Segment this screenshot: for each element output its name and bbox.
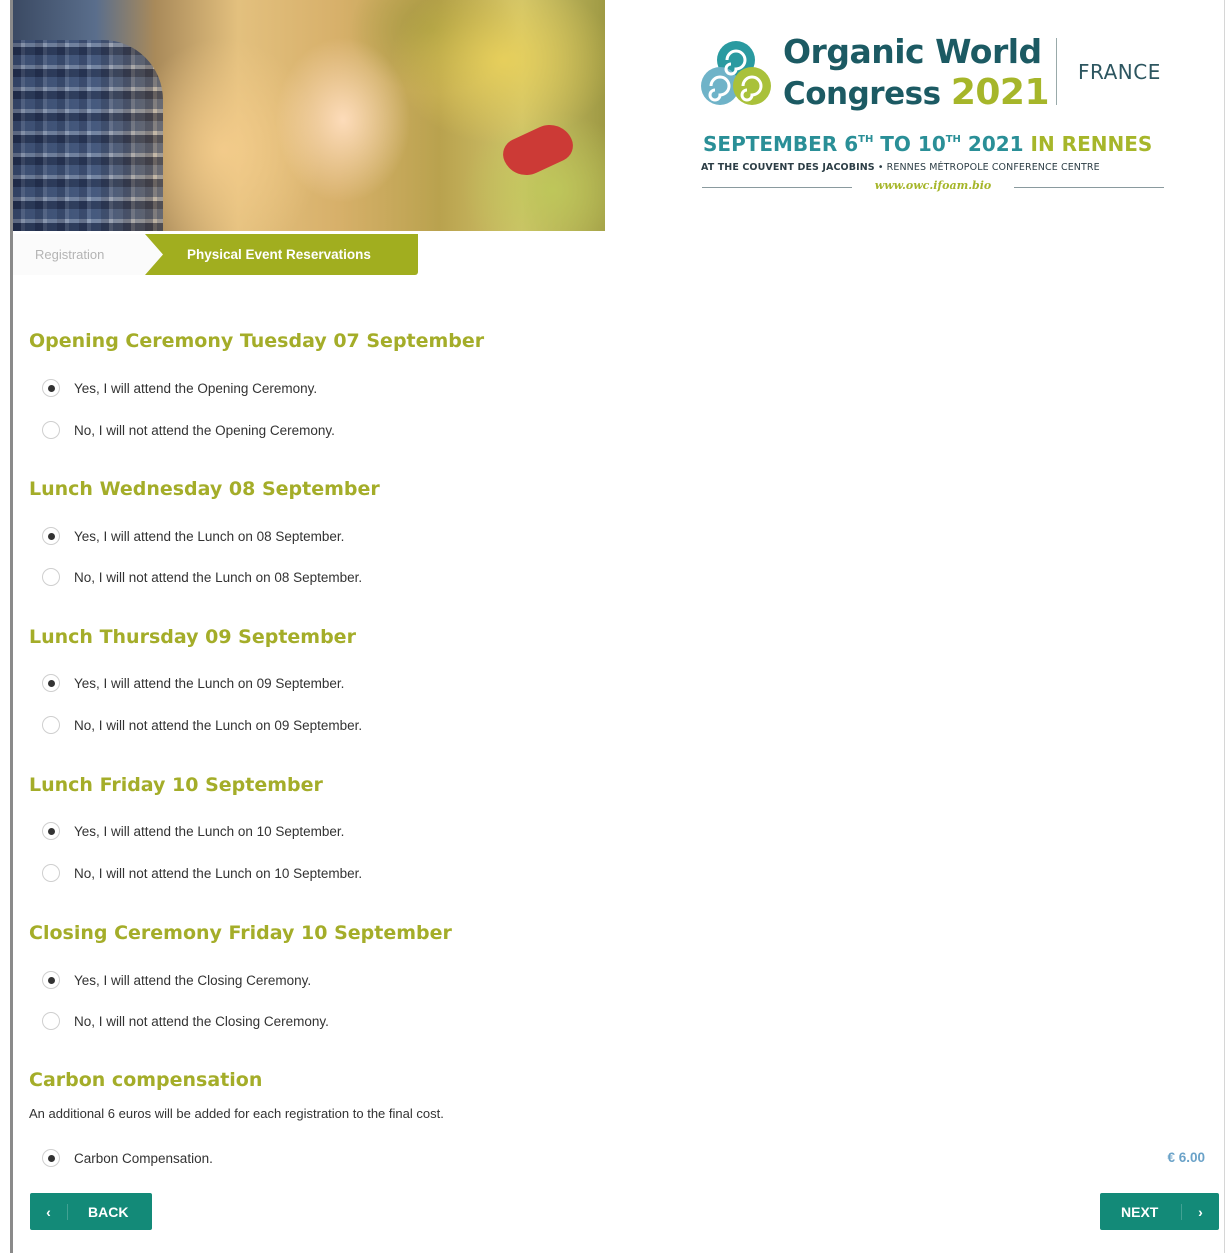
option-label: No, I will not attend the Closing Ceremo…	[74, 1013, 329, 1029]
logo-title-line2: Congress 2021	[783, 72, 1050, 113]
attend-no-radio[interactable]	[42, 716, 60, 734]
section-title: Opening Ceremony Tuesday 07 September	[29, 330, 485, 352]
attend-yes-radio[interactable]	[42, 674, 60, 692]
event-dates: SEPTEMBER 6TH TO 10TH 2021 IN RENNES	[703, 132, 1152, 156]
option-label: No, I will not attend the Lunch on 09 Se…	[74, 717, 363, 733]
event-venue: AT THE COUVENT DES JACOBINS • RENNES MÉT…	[701, 162, 1100, 173]
url-rule-right	[1014, 187, 1164, 188]
option-label: Yes, I will attend the Lunch on 10 Septe…	[74, 823, 345, 839]
attend-no-option[interactable]: No, I will not attend the Closing Ceremo…	[42, 1011, 329, 1031]
option-label: No, I will not attend the Opening Ceremo…	[74, 422, 335, 438]
back-button-label: BACK	[88, 1203, 129, 1220]
option-label: Yes, I will attend the Closing Ceremony.	[74, 972, 312, 988]
dates-city: IN RENNES	[1030, 132, 1153, 156]
dates-sup2: TH	[945, 134, 961, 145]
carbon-compensation-radio[interactable]	[42, 1149, 60, 1167]
event-url-link[interactable]: www.owc.ifoam.bio	[702, 179, 1164, 192]
option-label: Yes, I will attend the Opening Ceremony.	[74, 380, 318, 396]
attend-no-option[interactable]: No, I will not attend the Lunch on 08 Se…	[42, 567, 362, 587]
attend-yes-option[interactable]: Yes, I will attend the Closing Ceremony.	[42, 970, 311, 990]
option-label: Yes, I will attend the Lunch on 08 Septe…	[74, 528, 345, 544]
attend-yes-radio[interactable]	[42, 971, 60, 989]
attend-yes-option[interactable]: Yes, I will attend the Opening Ceremony.	[42, 378, 317, 398]
carbon-compensation-label: Carbon Compensation.	[74, 1150, 213, 1166]
section-title: Lunch Wednesday 08 September	[29, 478, 380, 500]
event-url-row: www.owc.ifoam.bio	[702, 179, 1164, 195]
attend-no-radio[interactable]	[42, 1012, 60, 1030]
congress-logo-icon	[701, 41, 771, 105]
logo-country: FRANCE	[1078, 60, 1161, 84]
dates-part3: 2021	[960, 132, 1031, 156]
attend-no-radio[interactable]	[42, 864, 60, 882]
logo-word-congress: Congress	[783, 76, 941, 112]
chevron-left-icon: ‹	[30, 1203, 68, 1220]
attend-yes-radio[interactable]	[42, 822, 60, 840]
attend-no-radio[interactable]	[42, 421, 60, 439]
venue-name: AT THE COUVENT DES JACOBINS	[701, 162, 875, 173]
option-label: No, I will not attend the Lunch on 08 Se…	[74, 569, 363, 585]
section-title: Lunch Thursday 09 September	[29, 626, 356, 648]
header-banner-image	[13, 0, 605, 231]
attend-no-option[interactable]: No, I will not attend the Opening Ceremo…	[42, 420, 335, 440]
attend-no-option[interactable]: No, I will not attend the Lunch on 09 Se…	[42, 715, 362, 735]
logo-year: 2021	[950, 72, 1050, 113]
section-title: Lunch Friday 10 September	[29, 774, 323, 796]
attend-no-radio[interactable]	[42, 568, 60, 586]
attend-yes-radio[interactable]	[42, 527, 60, 545]
banner-plaid-shirt	[13, 40, 163, 231]
back-button[interactable]: ‹ BACK	[30, 1193, 152, 1230]
chevron-right-icon: ›	[1181, 1203, 1219, 1220]
carbon-note: An additional 6 euros will be added for …	[29, 1106, 444, 1121]
dates-part2: TO 10	[873, 132, 946, 156]
next-button[interactable]: NEXT ›	[1100, 1193, 1219, 1230]
logo-title-line1: Organic World	[783, 32, 1042, 71]
attend-yes-option[interactable]: Yes, I will attend the Lunch on 08 Septe…	[42, 526, 344, 546]
carbon-section-title: Carbon compensation	[29, 1069, 263, 1091]
dates-part1: SEPTEMBER 6	[703, 132, 859, 156]
carbon-price: € 6.00	[1167, 1150, 1205, 1165]
step-registration[interactable]: Registration	[13, 234, 163, 275]
attend-yes-option[interactable]: Yes, I will attend the Lunch on 09 Septe…	[42, 673, 344, 693]
banner-pruning-shears	[497, 117, 579, 183]
dates-sup1: TH	[858, 134, 874, 145]
next-button-label: NEXT	[1121, 1203, 1159, 1220]
venue-detail: • RENNES MÉTROPOLE CONFERENCE CENTRE	[874, 162, 1100, 173]
attend-yes-radio[interactable]	[42, 379, 60, 397]
section-title: Closing Ceremony Friday 10 September	[29, 922, 452, 944]
carbon-compensation-option[interactable]: Carbon Compensation.	[42, 1148, 213, 1168]
option-label: No, I will not attend the Lunch on 10 Se…	[74, 865, 363, 881]
attend-no-option[interactable]: No, I will not attend the Lunch on 10 Se…	[42, 863, 362, 883]
attend-yes-option[interactable]: Yes, I will attend the Lunch on 10 Septe…	[42, 821, 344, 841]
step-physical-event-reservations[interactable]: Physical Event Reservations	[145, 234, 418, 275]
logo-divider	[1056, 38, 1057, 105]
option-label: Yes, I will attend the Lunch on 09 Septe…	[74, 675, 345, 691]
